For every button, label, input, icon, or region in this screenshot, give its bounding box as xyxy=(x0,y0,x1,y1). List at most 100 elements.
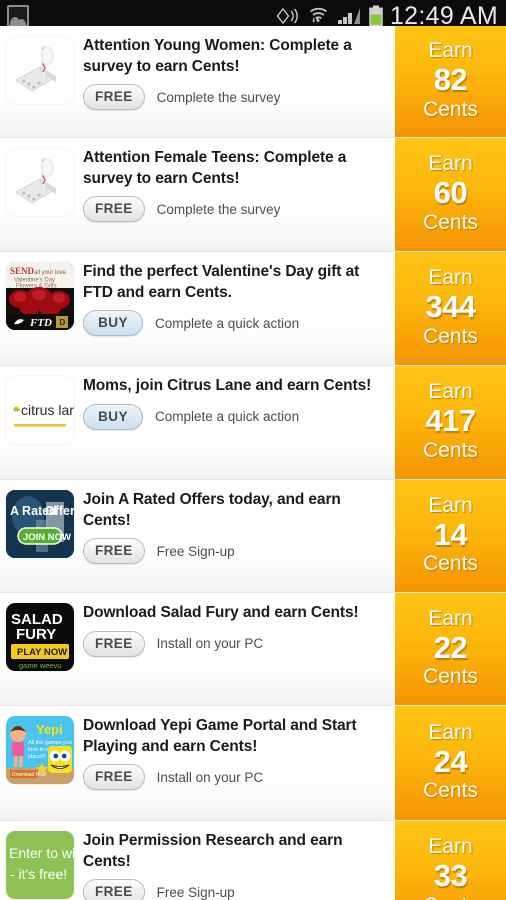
reward-unit-label: Cents xyxy=(423,894,478,900)
svg-text:game weevu: game weevu xyxy=(19,661,62,670)
offer-reward-panel[interactable]: Earn 33 Cents xyxy=(395,821,506,900)
offer-list-item[interactable]: Enter to win - it's free! Join Permissio… xyxy=(0,821,506,900)
offer-action-row: FREE Free Sign-up xyxy=(83,538,389,565)
offer-text-block: Join Permission Research and earn Cents!… xyxy=(83,829,389,900)
offer-action-row: BUY Complete a quick action xyxy=(83,403,389,430)
offer-action-row: FREE Install on your PC xyxy=(83,630,389,657)
battery-icon xyxy=(369,5,383,27)
offer-list-item[interactable]: Attention Young Women: Complete a survey… xyxy=(0,26,506,138)
citrus-lane-icon: citrus lane xyxy=(6,376,74,444)
svg-text:all your love: all your love xyxy=(34,270,67,276)
reward-amount: 417 xyxy=(425,403,476,439)
offer-details[interactable]: Attention Female Teens: Complete a surve… xyxy=(0,138,395,251)
offer-text-block: Attention Young Women: Complete a survey… xyxy=(83,34,389,129)
svg-text:place!!!: place!!! xyxy=(28,754,46,760)
offer-subtext: Install on your PC xyxy=(156,636,264,652)
reward-unit-label: Cents xyxy=(423,324,478,348)
offer-details[interactable]: Attention Young Women: Complete a survey… xyxy=(0,26,395,137)
offer-action-row: FREE Complete the survey xyxy=(83,84,389,111)
offer-reward-panel[interactable]: Earn 344 Cents xyxy=(395,252,506,365)
offer-action-row: BUY Complete a quick action xyxy=(83,310,389,337)
permission-research-icon: Enter to win - it's free! xyxy=(6,831,74,899)
svg-text:Enter to win: Enter to win xyxy=(9,845,74,861)
offer-reward-panel[interactable]: Earn 82 Cents xyxy=(395,26,506,137)
offer-title: Download Yepi Game Portal and Start Play… xyxy=(83,717,357,755)
survey-clipboard-icon xyxy=(6,36,74,104)
svg-text:Download Now: Download Now xyxy=(12,772,46,778)
offer-reward-panel[interactable]: Earn 22 Cents xyxy=(395,593,506,705)
offer-details[interactable]: Enter to win - it's free! Join Permissio… xyxy=(0,821,395,900)
reward-unit-label: Cents xyxy=(423,210,478,234)
reward-earn-label: Earn xyxy=(428,835,473,859)
svg-text:citrus lane: citrus lane xyxy=(21,402,74,418)
reward-unit-label: Cents xyxy=(423,438,478,462)
offer-reward-panel[interactable]: Earn 417 Cents xyxy=(395,366,506,479)
offer-subtext: Complete a quick action xyxy=(155,409,300,425)
reward-earn-label: Earn xyxy=(428,720,473,744)
reward-earn-label: Earn xyxy=(428,39,473,63)
offer-list-item[interactable]: SALAD FURY PLAY NOW game weevu Download … xyxy=(0,593,506,706)
offer-subtext: Install on your PC xyxy=(156,769,264,785)
offer-details[interactable]: citrus lane Moms, join Citrus Lane and e… xyxy=(0,366,395,479)
offer-action-row: FREE Free Sign-up xyxy=(83,879,389,900)
offer-title: Attention Young Women: Complete a survey… xyxy=(83,37,352,75)
reward-earn-label: Earn xyxy=(428,266,473,290)
offer-title: Join A Rated Offers today, and earn Cent… xyxy=(83,491,341,529)
reward-amount: 60 xyxy=(433,175,468,211)
offer-action-button[interactable]: BUY xyxy=(83,403,143,430)
offer-list-item[interactable]: Attention Female Teens: Complete a surve… xyxy=(0,138,506,252)
offer-subtext: Complete the survey xyxy=(156,201,281,217)
reward-earn-label: Earn xyxy=(428,606,473,630)
svg-text:- it's free!: - it's free! xyxy=(10,866,67,882)
offer-subtext: Complete a quick action xyxy=(155,315,300,331)
offer-action-button[interactable]: FREE xyxy=(83,879,145,900)
offer-text-block: Find the perfect Valentine's Day gift at… xyxy=(83,260,389,357)
offer-reward-panel[interactable]: Earn 24 Cents xyxy=(395,706,506,820)
a-rated-offers-icon: A Rated Offers JOIN NOW xyxy=(6,490,74,558)
offer-action-row: FREE Complete the survey xyxy=(83,196,389,223)
offer-action-button[interactable]: FREE xyxy=(83,630,145,657)
offer-list-item[interactable]: SEND all your love Valentine's Day Flowe… xyxy=(0,252,506,366)
offer-list-item[interactable]: A Rated Offers JOIN NOW Join A Rated Off… xyxy=(0,480,506,593)
offer-action-button[interactable]: FREE xyxy=(83,196,145,223)
offer-details[interactable]: A Rated Offers JOIN NOW Join A Rated Off… xyxy=(0,480,395,592)
offer-action-button[interactable]: FREE xyxy=(83,538,145,565)
reward-amount: 33 xyxy=(433,858,468,894)
status-bar-notifications xyxy=(7,5,29,27)
reward-earn-label: Earn xyxy=(428,493,473,517)
offer-title: Join Permission Research and earn Cents! xyxy=(83,832,343,870)
reward-unit-label: Cents xyxy=(423,779,478,803)
offer-action-button[interactable]: FREE xyxy=(83,84,145,111)
reward-earn-label: Earn xyxy=(428,152,473,176)
offer-list-item[interactable]: Yepi All the games you love in one cool … xyxy=(0,706,506,821)
offer-title: Moms, join Citrus Lane and earn Cents! xyxy=(83,377,372,394)
offer-text-block: Moms, join Citrus Lane and earn Cents! B… xyxy=(83,374,389,471)
svg-text:Yepi: Yepi xyxy=(36,722,63,737)
svg-text:JOIN NOW: JOIN NOW xyxy=(23,532,71,543)
offer-text-block: Attention Female Teens: Complete a surve… xyxy=(83,146,389,243)
survey-clipboard-icon xyxy=(6,148,74,216)
offer-action-row: FREE Install on your PC xyxy=(83,764,389,791)
offer-reward-panel[interactable]: Earn 60 Cents xyxy=(395,138,506,251)
offer-list[interactable]: Attention Young Women: Complete a survey… xyxy=(0,26,506,900)
offer-reward-panel[interactable]: Earn 14 Cents xyxy=(395,480,506,592)
yepi-game-portal-icon: Yepi All the games you love in one cool … xyxy=(6,716,74,784)
svg-text:SEND: SEND xyxy=(10,266,35,276)
offer-list-item[interactable]: citrus lane Moms, join Citrus Lane and e… xyxy=(0,366,506,480)
offer-details[interactable]: SALAD FURY PLAY NOW game weevu Download … xyxy=(0,593,395,705)
app-root: 12:49 AM Attention Young Women: Complete… xyxy=(0,0,506,900)
offer-action-button[interactable]: BUY xyxy=(83,310,143,337)
svg-text:D: D xyxy=(60,318,66,327)
offer-action-button[interactable]: FREE xyxy=(83,764,145,791)
offer-subtext: Free Sign-up xyxy=(156,543,235,559)
reward-amount: 22 xyxy=(433,629,468,665)
offer-details[interactable]: SEND all your love Valentine's Day Flowe… xyxy=(0,252,395,365)
svg-text:PLAY NOW: PLAY NOW xyxy=(17,647,67,658)
status-bar-clock: 12:49 AM xyxy=(389,1,498,30)
offer-text-block: Download Yepi Game Portal and Start Play… xyxy=(83,714,389,812)
reward-amount: 24 xyxy=(433,743,468,779)
offer-details[interactable]: Yepi All the games you love in one cool … xyxy=(0,706,395,820)
wifi-signal-icon xyxy=(309,7,327,23)
svg-text:FTD: FTD xyxy=(29,317,52,329)
svg-text:All the games you: All the games you xyxy=(28,740,72,746)
